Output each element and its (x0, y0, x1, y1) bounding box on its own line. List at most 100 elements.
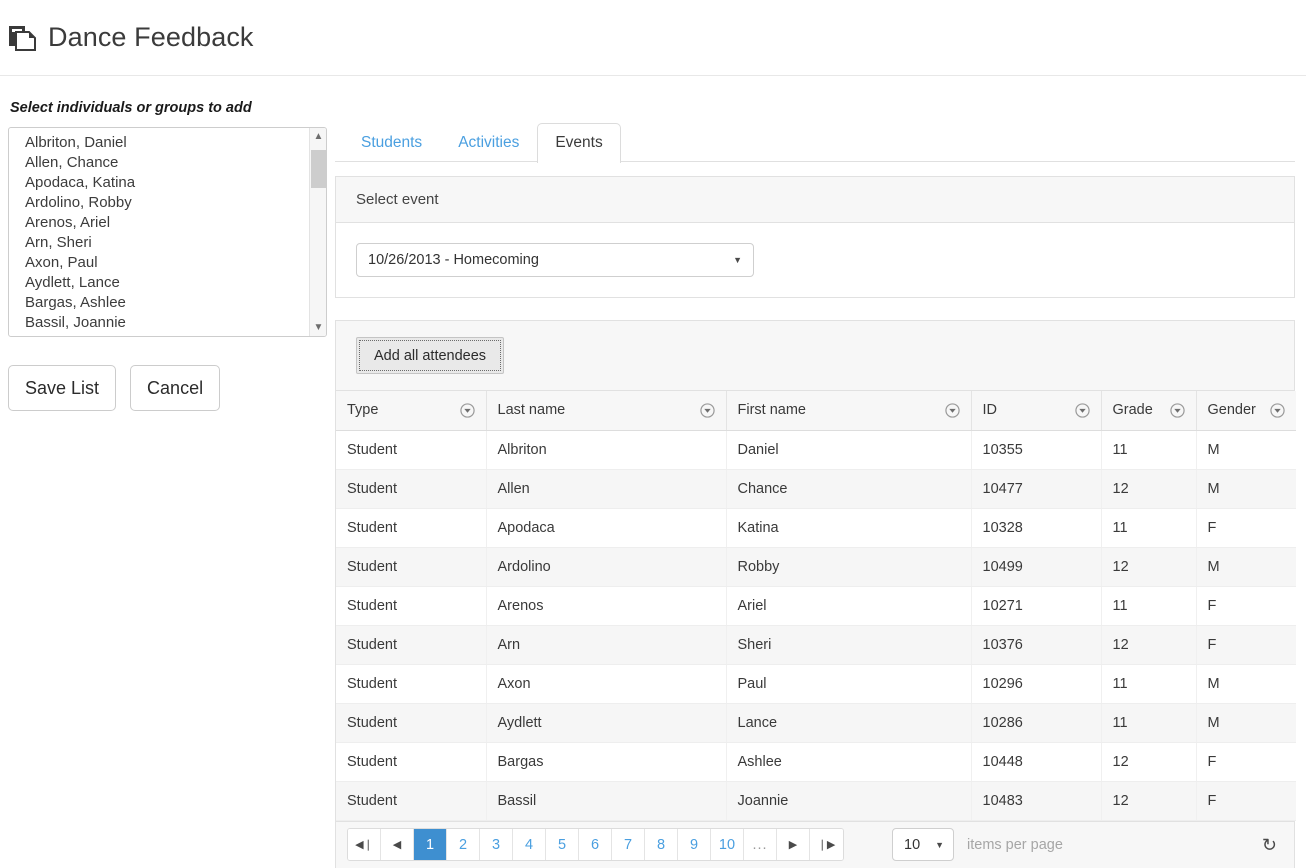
filter-dropdown-icon[interactable] (699, 403, 715, 418)
column-header-first-name[interactable]: First name (726, 391, 972, 431)
select-event-heading: Select event (336, 177, 1294, 223)
select-event-body: 10/26/2013 - Homecoming ▼ (336, 223, 1294, 297)
table-cell: Bargas (486, 742, 727, 782)
column-header-label: ID (982, 402, 998, 419)
page-button-1[interactable]: 1 (414, 829, 447, 860)
table-cell: Robby (726, 547, 972, 587)
individuals-listbox[interactable]: Albriton, Daniel Allen, Chance Apodaca, Ka… (8, 127, 327, 337)
table-row[interactable]: Student Albriton Daniel 10355 11 M (336, 430, 1296, 470)
table-cell: F (1196, 781, 1296, 821)
table-cell: Sheri (726, 625, 972, 665)
table-cell: Allen (486, 469, 727, 509)
table-cell: 10271 (971, 586, 1102, 626)
page-button-5[interactable]: 5 (546, 829, 579, 860)
tab-students[interactable]: Students (343, 123, 440, 163)
listbox-items: Albriton, Daniel Allen, Chance Apodaca, Ka… (9, 133, 326, 336)
table-cell: Ardolino (486, 547, 727, 587)
table-row[interactable]: Student Bassil Joannie 10483 12 F (336, 781, 1296, 821)
table-cell: 12 (1101, 547, 1197, 587)
column-header-label: Grade (1112, 402, 1153, 419)
tabstrip: Students Activities Events (335, 116, 1295, 163)
table-cell: 12 (1101, 781, 1197, 821)
table-cell: M (1196, 703, 1296, 743)
table-row[interactable]: Student Allen Chance 10477 12 M (336, 469, 1296, 509)
tab-activities[interactable]: Activities (440, 123, 537, 163)
filter-dropdown-icon[interactable] (944, 403, 960, 418)
table-cell: Chance (726, 469, 972, 509)
table-cell: Arenos (486, 586, 727, 626)
page-button-8[interactable]: 8 (645, 829, 678, 860)
filter-dropdown-icon[interactable] (1270, 403, 1285, 418)
previous-page-icon[interactable]: ◀ (381, 829, 414, 860)
table-cell: M (1196, 469, 1296, 509)
filter-dropdown-icon[interactable] (459, 403, 475, 418)
page-header: Dance Feedback (0, 0, 1306, 76)
next-page-icon[interactable]: ▶ (777, 829, 810, 860)
table-cell: Joannie (726, 781, 972, 821)
table-row[interactable]: Student Arn Sheri 10376 12 F (336, 625, 1296, 665)
attendees-toolbar: Add all attendees (336, 321, 1294, 391)
list-item[interactable]: Arenos, Ariel (25, 213, 300, 233)
list-item[interactable]: Bargas, Ashlee (25, 293, 300, 313)
list-item[interactable]: Allen, Chance (25, 153, 300, 173)
page-button-9[interactable]: 9 (678, 829, 711, 860)
table-cell: Lance (726, 703, 972, 743)
page-size-select[interactable]: 10 ▼ (892, 828, 954, 861)
table-cell: Arn (486, 625, 727, 665)
list-item[interactable]: Apodaca, Katina (25, 173, 300, 193)
list-item[interactable]: Ardolino, Robby (25, 193, 300, 213)
page-button-2[interactable]: 2 (447, 829, 480, 860)
table-row[interactable]: Student Bargas Ashlee 10448 12 F (336, 742, 1296, 782)
first-page-icon[interactable]: ◀❘ (348, 829, 381, 860)
filter-dropdown-icon[interactable] (1074, 403, 1090, 418)
list-item[interactable]: Beckes, Janelle (25, 333, 300, 336)
chevron-up-icon[interactable]: ▲ (310, 128, 326, 145)
column-header-id[interactable]: ID (971, 391, 1102, 431)
table-row[interactable]: Student Axon Paul 10296 11 M (336, 664, 1296, 704)
page-title: Dance Feedback (48, 22, 254, 52)
list-item[interactable]: Aydlett, Lance (25, 273, 300, 293)
table-row[interactable]: Student Arenos Ariel 10271 11 F (336, 586, 1296, 626)
select-event-panel: Select event 10/26/2013 - Homecoming ▼ (335, 176, 1295, 298)
list-item[interactable]: Arn, Sheri (25, 233, 300, 253)
table-row[interactable]: Student Apodaca Katina 10328 11 F (336, 508, 1296, 548)
cancel-button[interactable]: Cancel (130, 365, 221, 411)
list-item[interactable]: Bassil, Joannie (25, 313, 300, 333)
table-cell: Axon (486, 664, 727, 704)
tab-events[interactable]: Events (537, 122, 621, 163)
table-cell: Student (336, 742, 487, 782)
refresh-icon[interactable]: ↻ (1262, 836, 1277, 854)
page-button-6[interactable]: 6 (579, 829, 612, 860)
page-button-7[interactable]: 7 (612, 829, 645, 860)
save-list-button[interactable]: Save List (8, 365, 117, 411)
table-cell: 10483 (971, 781, 1102, 821)
table-cell: Ashlee (726, 742, 972, 782)
table-cell: Student (336, 703, 487, 743)
page-button-4[interactable]: 4 (513, 829, 546, 860)
column-header-gender[interactable]: Gender (1196, 391, 1296, 431)
column-header-label: Last name (497, 402, 566, 419)
scrollbar-thumb[interactable] (311, 150, 326, 188)
event-select[interactable]: 10/26/2013 - Homecoming ▼ (356, 243, 754, 277)
table-cell: Student (336, 781, 487, 821)
column-header-last-name[interactable]: Last name (486, 391, 727, 431)
attendees-table-body: Student Albriton Daniel 10355 11 M Student Alle… (336, 430, 1296, 821)
table-cell: 10477 (971, 469, 1102, 509)
column-header-grade[interactable]: Grade (1101, 391, 1197, 431)
page-size-value: 10 (904, 836, 921, 853)
list-item[interactable]: Albriton, Daniel (25, 133, 300, 153)
last-page-icon[interactable]: ❘▶ (810, 829, 843, 860)
page-button-3[interactable]: 3 (480, 829, 513, 860)
column-header-label: First name (737, 402, 807, 419)
table-cell: Ariel (726, 586, 972, 626)
page-button-10[interactable]: 10 (711, 829, 744, 860)
table-row[interactable]: Student Aydlett Lance 10286 11 M (336, 703, 1296, 743)
list-item[interactable]: Axon, Paul (25, 253, 300, 273)
pager: ◀❘ ◀ 1 2 3 4 5 6 7 8 9 10... ▶ ❘▶ 10 ▼ items per page… (336, 820, 1294, 868)
listbox-scrollbar[interactable]: ▲ ▼ (309, 128, 326, 336)
filter-dropdown-icon[interactable] (1169, 403, 1185, 418)
column-header-type[interactable]: Type (336, 391, 487, 431)
add-all-attendees-button[interactable]: Add all attendees (356, 337, 505, 374)
chevron-down-icon[interactable]: ▼ (310, 319, 326, 336)
table-row[interactable]: Student Ardolino Robby 10499 12 M (336, 547, 1296, 587)
